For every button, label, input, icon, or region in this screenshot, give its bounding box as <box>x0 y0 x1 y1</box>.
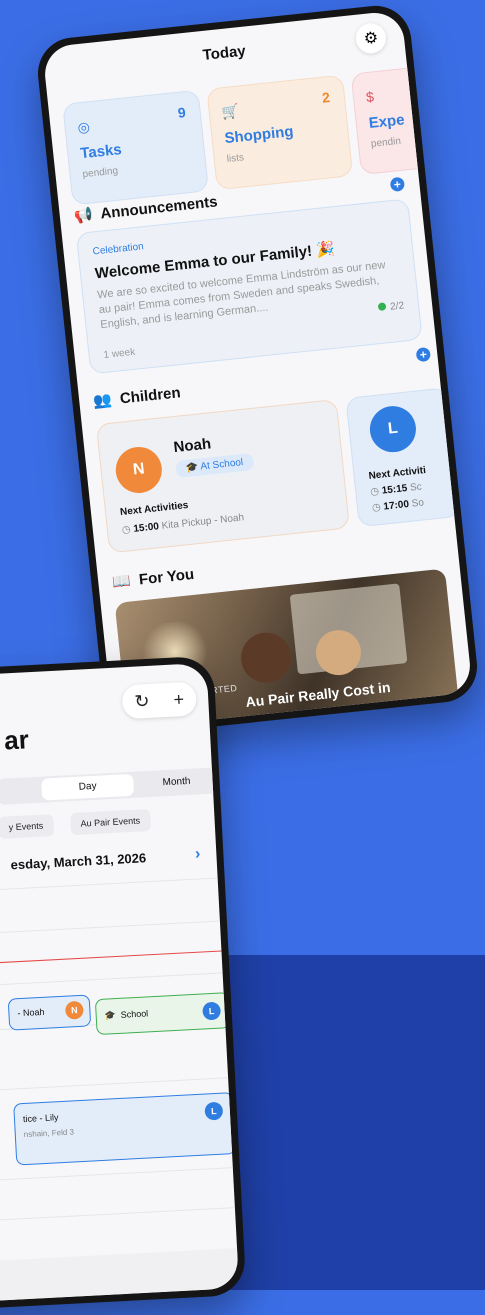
read-dot-icon <box>377 302 387 312</box>
people-icon: 👥 <box>92 391 113 411</box>
article-headline: Au Pair Really Cost in <box>244 678 392 711</box>
child-card-lily[interactable]: L Next Activiti ◷ 15:15 Sc ◷ 17:00 So <box>345 387 461 528</box>
segment-day[interactable]: Day <box>41 773 135 801</box>
today-screen: Today ⚙ ◎ 9 Tasks pending 🛒 2 Shopping l… <box>42 10 473 730</box>
event-kita-pickup[interactable]: - Noah N <box>7 994 92 1031</box>
next-activities-label: Next Activities <box>119 500 189 519</box>
megaphone-icon: 📢 <box>73 206 94 226</box>
chevron-right-icon[interactable]: › <box>195 845 201 863</box>
calendar-phone: ↻ + ar Day Month y Events Au Pair Events… <box>0 655 247 1315</box>
read-count: 2/2 <box>389 300 405 313</box>
tasks-sub: pending <box>82 165 119 181</box>
avatar: N <box>64 1000 84 1020</box>
settings-button[interactable]: ⚙ <box>354 21 388 55</box>
add-child-button[interactable]: + <box>415 346 431 363</box>
shopping-label: Shopping <box>223 122 295 148</box>
calendar-screen: ↻ + ar Day Month y Events Au Pair Events… <box>0 662 240 1308</box>
shopping-count: 2 <box>321 88 331 106</box>
add-announcement-button[interactable]: + <box>389 176 406 193</box>
refresh-icon[interactable]: ↻ <box>134 690 150 712</box>
event-school[interactable]: 🎓 School L <box>94 992 231 1036</box>
view-segmented-control: Day Month <box>0 767 220 805</box>
announcement-age: 1 week <box>103 346 136 361</box>
children-title: Children <box>119 383 182 407</box>
tasks-card[interactable]: ◎ 9 Tasks pending <box>62 89 210 206</box>
activity-row: ◷ 17:00 So <box>371 497 425 514</box>
shopping-card[interactable]: 🛒 2 Shopping lists <box>206 74 354 191</box>
dollar-icon: $ <box>365 88 375 106</box>
header-actions: ↻ + <box>121 681 198 720</box>
segment-month[interactable]: Month <box>146 768 207 797</box>
for-you-title: For You <box>138 565 195 588</box>
announcement-card[interactable]: Celebration Welcome Emma to our Family! … <box>75 198 423 375</box>
filter-chip-family-events[interactable]: y Events <box>0 814 54 839</box>
add-icon[interactable]: + <box>173 689 185 711</box>
cart-icon: 🛒 <box>221 102 241 121</box>
clock-icon: ◷ <box>121 524 132 537</box>
next-activities-label: Next Activiti <box>368 464 427 482</box>
filter-chip-au-pair-events[interactable]: Au Pair Events <box>70 809 151 836</box>
avatar: N <box>113 444 165 496</box>
graduation-icon: 🎓 <box>104 1010 117 1021</box>
gear-icon: ⚙ <box>362 29 380 49</box>
tasks-count: 9 <box>177 104 187 121</box>
child-card-noah[interactable]: N Noah 🎓 At School Next Activities ◷ 15:… <box>95 398 351 554</box>
current-date: esday, March 31, 2026 <box>10 850 147 873</box>
read-receipt: 2/2 <box>377 300 405 314</box>
event-practice-lily[interactable]: tice - Lily nshain, Feld 3 L <box>13 1092 237 1166</box>
children-header: 👥 Children <box>92 383 182 411</box>
avatar: L <box>202 1001 222 1021</box>
expenses-sub: pendin <box>370 135 402 150</box>
check-circle-icon: ◎ <box>76 118 91 136</box>
avatar: L <box>204 1101 224 1121</box>
current-time-line <box>0 950 222 971</box>
expenses-card[interactable]: $ Expe pendin <box>350 59 473 176</box>
announcement-tag: Celebration <box>92 241 145 258</box>
status-badge: 🎓 At School <box>175 453 254 479</box>
page-title: ar <box>3 724 30 756</box>
today-phone: Today ⚙ ◎ 9 Tasks pending 🛒 2 Shopping l… <box>34 2 481 738</box>
for-you-header: 📖 For You <box>111 565 195 592</box>
tab-bar <box>0 1248 240 1308</box>
shopping-sub: lists <box>226 152 245 166</box>
activity-row: ◷ 15:15 Sc <box>369 481 423 498</box>
book-icon: 📖 <box>111 572 132 592</box>
page-title: Today <box>201 42 247 64</box>
tasks-label: Tasks <box>79 141 123 163</box>
child-name: Noah <box>172 435 212 457</box>
expenses-label: Expe <box>367 111 406 132</box>
avatar: L <box>367 403 419 455</box>
